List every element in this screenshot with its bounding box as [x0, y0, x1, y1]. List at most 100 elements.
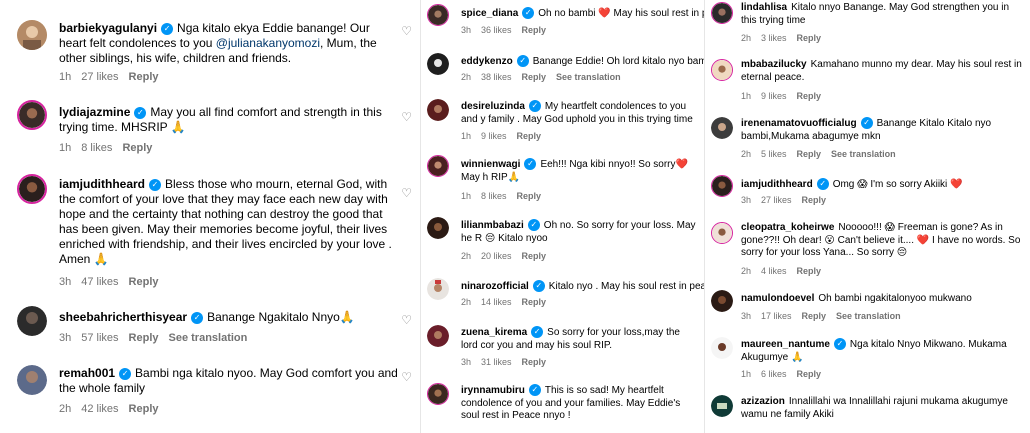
reply-button[interactable]: Reply	[129, 403, 159, 415]
likes-count[interactable]: 42 likes	[81, 403, 118, 415]
username[interactable]: irenenamatovuofficialug	[741, 118, 857, 129]
username[interactable]: irynnamubiru	[461, 385, 525, 396]
likes-count[interactable]: 57 likes	[81, 332, 118, 344]
username[interactable]: sheebahricherthisyear	[59, 310, 187, 324]
username[interactable]: zuena_kirema	[461, 327, 527, 338]
avatar[interactable]	[427, 155, 449, 177]
username[interactable]: mbabazilucky	[741, 59, 807, 70]
reply-button[interactable]: Reply	[517, 191, 542, 201]
avatar[interactable]	[427, 217, 449, 239]
comment-meta: 2h 5 likes Reply See translation	[741, 149, 906, 159]
reply-button[interactable]: Reply	[522, 251, 547, 261]
avatar[interactable]	[427, 383, 449, 405]
likes-count[interactable]: 47 likes	[81, 276, 118, 288]
username[interactable]: lydiajazmine	[59, 105, 130, 119]
reply-button[interactable]: Reply	[802, 311, 827, 321]
comment-body: Oh no bambi ❤️ May his soul rest in pe	[538, 8, 704, 19]
likes-count[interactable]: 6 likes	[761, 369, 787, 379]
avatar[interactable]	[711, 395, 733, 417]
avatar[interactable]	[711, 2, 733, 24]
reply-button[interactable]: Reply	[797, 149, 822, 159]
avatar[interactable]	[427, 325, 449, 347]
likes-count[interactable]: 5 likes	[761, 149, 787, 159]
timestamp: 3h	[461, 357, 472, 367]
username[interactable]: iamjudithheard	[59, 177, 145, 191]
likes-count[interactable]: 8 likes	[481, 191, 507, 201]
likes-count[interactable]: 36 likes	[481, 25, 512, 35]
likes-count[interactable]: 17 likes	[761, 311, 792, 321]
avatar[interactable]	[17, 306, 47, 336]
reply-button[interactable]: Reply	[517, 131, 542, 141]
heart-outline-icon[interactable]: ♡	[401, 110, 412, 124]
likes-count[interactable]: 38 likes	[481, 72, 512, 82]
see-translation-link[interactable]: See translation	[169, 332, 248, 344]
reply-button[interactable]: Reply	[129, 332, 159, 344]
comment-text: iamjudithheard ✓ Omg 😱 I'm so sorry Akiiki…	[741, 178, 1025, 192]
avatar[interactable]	[17, 174, 47, 204]
likes-count[interactable]: 27 likes	[761, 195, 792, 205]
heart-outline-icon[interactable]: ♡	[401, 313, 412, 327]
comment-meta: 3h 47 likes Reply	[59, 276, 169, 288]
avatar[interactable]	[711, 59, 733, 81]
avatar[interactable]	[427, 53, 449, 75]
likes-count[interactable]: 8 likes	[81, 142, 112, 154]
likes-count[interactable]: 31 likes	[481, 357, 512, 367]
timestamp: 3h	[741, 195, 752, 205]
avatar[interactable]	[17, 100, 47, 130]
avatar[interactable]	[711, 117, 733, 139]
username[interactable]: azizazion	[741, 396, 785, 407]
heart-outline-icon[interactable]: ♡	[401, 370, 412, 384]
reply-button[interactable]: Reply	[797, 266, 822, 276]
comment-text: cleopatra_koheirwe Nooooo!!! 😱 Freeman is…	[741, 222, 1025, 260]
reply-button[interactable]: Reply	[522, 72, 547, 82]
comment-meta: 2h 42 likes Reply	[59, 403, 169, 415]
likes-count[interactable]: 3 likes	[761, 33, 787, 43]
username[interactable]: lindahlisa	[741, 2, 787, 13]
likes-count[interactable]: 20 likes	[481, 251, 512, 261]
avatar[interactable]	[711, 337, 733, 359]
likes-count[interactable]: 4 likes	[761, 266, 787, 276]
username[interactable]: maureen_nantume	[741, 339, 830, 350]
reply-button[interactable]: Reply	[797, 369, 822, 379]
avatar[interactable]	[427, 99, 449, 121]
username[interactable]: desireluzinda	[461, 101, 525, 112]
comment-text: ninarozofficial ✓ Kitalo nyo . May his sou…	[461, 280, 704, 294]
see-translation-link[interactable]: See translation	[836, 311, 901, 321]
username[interactable]: cleopatra_koheirwe	[741, 222, 834, 233]
see-translation-link[interactable]: See translation	[831, 149, 896, 159]
reply-button[interactable]: Reply	[802, 195, 827, 205]
username[interactable]: ninarozofficial	[461, 281, 529, 292]
username[interactable]: lilianmbabazi	[461, 220, 524, 231]
likes-count[interactable]: 9 likes	[761, 91, 787, 101]
username[interactable]: barbiekyagulanyi	[59, 21, 157, 35]
avatar[interactable]	[711, 175, 733, 197]
likes-count[interactable]: 14 likes	[481, 297, 512, 307]
reply-button[interactable]: Reply	[797, 33, 822, 43]
heart-outline-icon[interactable]: ♡	[401, 186, 412, 200]
avatar[interactable]	[17, 365, 47, 395]
see-translation-link[interactable]: See translation	[556, 72, 621, 82]
username[interactable]: namulondoevel	[741, 293, 814, 304]
reply-button[interactable]: Reply	[522, 357, 547, 367]
username[interactable]: winnienwagi	[461, 159, 520, 170]
verified-badge-icon: ✓	[833, 338, 846, 350]
avatar[interactable]	[711, 222, 733, 244]
mention-link[interactable]: @julianakanyomozi	[216, 36, 320, 50]
username[interactable]: eddykenzo	[461, 56, 513, 67]
likes-count[interactable]: 27 likes	[81, 71, 118, 83]
heart-outline-icon[interactable]: ♡	[401, 24, 412, 38]
avatar[interactable]	[711, 290, 733, 312]
avatar[interactable]	[427, 278, 449, 300]
username[interactable]: iamjudithheard	[741, 179, 813, 190]
reply-button[interactable]: Reply	[129, 71, 159, 83]
reply-button[interactable]: Reply	[522, 297, 547, 307]
reply-button[interactable]: Reply	[122, 142, 152, 154]
avatar[interactable]	[427, 4, 449, 26]
username[interactable]: spice_diana	[461, 8, 518, 19]
likes-count[interactable]: 9 likes	[481, 131, 507, 141]
reply-button[interactable]: Reply	[797, 91, 822, 101]
reply-button[interactable]: Reply	[129, 276, 159, 288]
reply-button[interactable]: Reply	[522, 25, 547, 35]
username[interactable]: remah001	[59, 366, 115, 380]
avatar[interactable]	[17, 20, 47, 50]
